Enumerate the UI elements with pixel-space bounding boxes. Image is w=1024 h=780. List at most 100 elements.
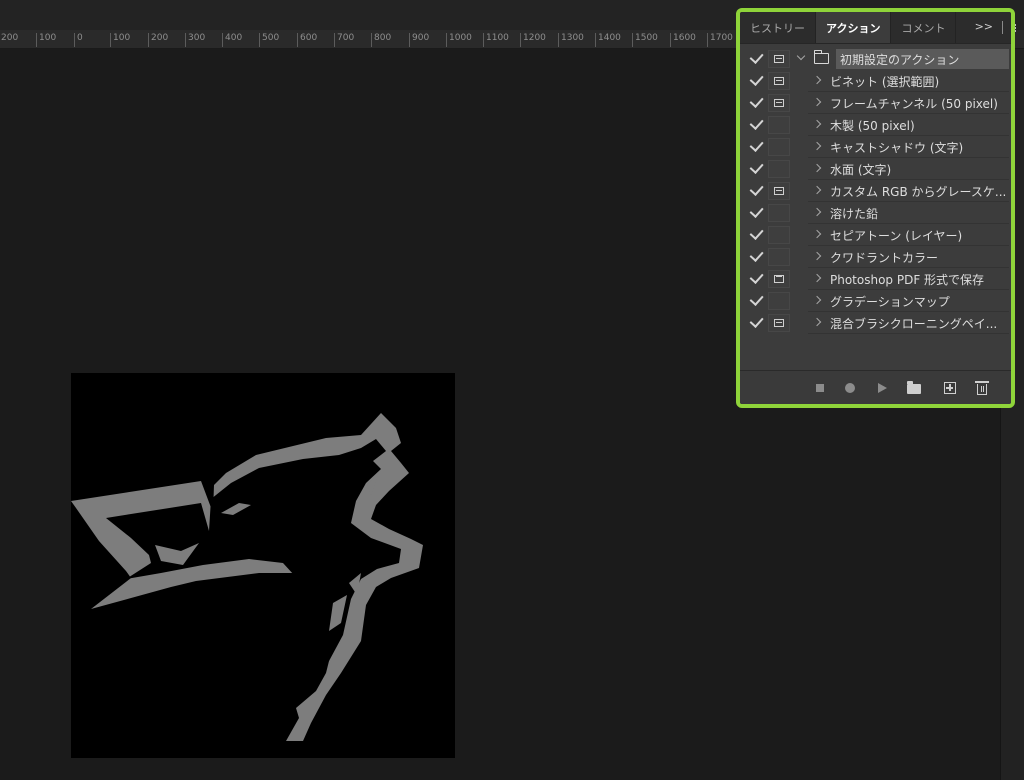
toggle-dialog-button[interactable] [768, 182, 790, 200]
action-row[interactable]: Photoshop PDF 形式で保存 [740, 268, 1011, 290]
checkmark-icon [749, 137, 764, 152]
checkmark-icon [749, 203, 764, 218]
howling-wolf-icon [71, 413, 423, 741]
toggle-item-checkbox[interactable] [746, 180, 766, 202]
dialog-icon [774, 77, 784, 85]
action-row[interactable]: フレームチャンネル (50 pixel) [740, 92, 1011, 114]
action-label: キャストシャドウ (文字) [808, 137, 1009, 158]
new-set-button[interactable] [906, 380, 922, 396]
trash-icon [975, 381, 989, 395]
ruler-tick: 1600 [670, 33, 696, 47]
action-row[interactable]: グラデーションマップ [740, 290, 1011, 312]
checkmark-icon [749, 159, 764, 174]
tab-history[interactable]: ヒストリー [740, 12, 816, 43]
toggle-item-checkbox[interactable] [746, 312, 766, 334]
toggle-dialog-button[interactable] [768, 248, 790, 266]
toggle-dialog-button[interactable] [768, 138, 790, 156]
toggle-dialog-button[interactable] [768, 270, 790, 288]
ruler-tick: 400 [222, 33, 242, 47]
ruler-tick: 100 [36, 33, 56, 47]
toggle-item-checkbox[interactable] [746, 202, 766, 224]
ruler-tick: 500 [259, 33, 279, 47]
action-label: セピアトーン (レイヤー) [808, 225, 1009, 246]
toggle-dialog-button[interactable] [768, 314, 790, 332]
action-row[interactable]: ビネット (選択範囲) [740, 70, 1011, 92]
action-name: Photoshop PDF 形式で保存 [830, 272, 985, 287]
ruler-tick: 0 [74, 33, 83, 47]
action-set-row[interactable]: 初期設定のアクション [740, 48, 1011, 70]
action-label: フレームチャンネル (50 pixel) [808, 93, 1009, 114]
toggle-item-checkbox[interactable] [746, 158, 766, 180]
toggle-dialog-button[interactable] [768, 116, 790, 134]
action-label: クワドラントカラー [808, 247, 1009, 268]
toggle-item-checkbox[interactable] [746, 92, 766, 114]
ruler-tick: 1500 [632, 33, 658, 47]
toggle-item-checkbox[interactable] [746, 114, 766, 136]
action-row[interactable]: セピアトーン (レイヤー) [740, 224, 1011, 246]
toggle-dialog-button[interactable] [768, 226, 790, 244]
action-label: Photoshop PDF 形式で保存 [808, 269, 1009, 290]
folder-icon [813, 50, 829, 64]
toggle-dialog-button[interactable] [768, 94, 790, 112]
action-row[interactable]: クワドラントカラー [740, 246, 1011, 268]
tab-actions[interactable]: アクション [816, 12, 892, 43]
new-action-button[interactable] [942, 380, 958, 396]
action-label: 溶けた鉛 [808, 203, 1009, 224]
action-label: 木製 (50 pixel) [808, 115, 1009, 136]
actions-list: 初期設定のアクション ビネット (選択範囲) フレームチャンネル (50 pix… [740, 48, 1011, 334]
action-set-label: 初期設定のアクション [836, 49, 1009, 69]
checkmark-icon [749, 181, 764, 196]
toggle-item-checkbox[interactable] [746, 224, 766, 246]
toggle-item-checkbox[interactable] [746, 48, 766, 70]
document-canvas[interactable] [71, 373, 455, 758]
ruler-tick: 200 [148, 33, 168, 47]
stop-icon [816, 384, 824, 392]
toggle-item-checkbox[interactable] [746, 268, 766, 290]
action-label: グラデーションマップ [808, 291, 1009, 312]
ruler-tick: 1700 [707, 33, 733, 47]
action-name: グラデーションマップ [830, 294, 950, 309]
ruler-tick: 100 [110, 33, 130, 47]
play-button[interactable] [874, 380, 890, 396]
toggle-dialog-button[interactable] [768, 204, 790, 222]
checkmark-icon [749, 225, 764, 240]
toggle-dialog-button[interactable] [768, 292, 790, 310]
action-row[interactable]: 混合ブラシクローニングペイ... [740, 312, 1011, 334]
checkmark-icon [749, 71, 764, 86]
action-name: 水面 (文字) [830, 162, 892, 177]
action-row[interactable]: 溶けた鉛 [740, 202, 1011, 224]
tab-comments[interactable]: コメント [891, 12, 957, 43]
toggle-dialog-button[interactable] [768, 72, 790, 90]
checkmark-icon [749, 49, 764, 64]
action-row[interactable]: 木製 (50 pixel) [740, 114, 1011, 136]
action-name: 混合ブラシクローニングペイ... [830, 316, 998, 331]
dialog-icon [774, 319, 784, 327]
action-row[interactable]: キャストシャドウ (文字) [740, 136, 1011, 158]
ruler-tick: 1100 [483, 33, 509, 47]
action-row[interactable]: カスタム RGB からグレースケ... [740, 180, 1011, 202]
toggle-item-checkbox[interactable] [746, 136, 766, 158]
action-name: キャストシャドウ (文字) [830, 140, 964, 155]
action-label: 水面 (文字) [808, 159, 1009, 180]
stop-button[interactable] [812, 380, 828, 396]
checkmark-icon [749, 93, 764, 108]
panel-tabs: ヒストリー アクション コメント >> [740, 12, 1011, 44]
action-row[interactable]: 水面 (文字) [740, 158, 1011, 180]
action-name: クワドラントカラー [830, 250, 939, 265]
action-label: カスタム RGB からグレースケ... [808, 181, 1009, 202]
toggle-item-checkbox[interactable] [746, 246, 766, 268]
delete-button[interactable] [974, 380, 990, 396]
action-label: 混合ブラシクローニングペイ... [808, 313, 1009, 334]
dialog-icon [774, 99, 784, 107]
action-name: カスタム RGB からグレースケ... [830, 184, 1007, 199]
toggle-item-checkbox[interactable] [746, 70, 766, 92]
toggle-dialog-button[interactable] [768, 50, 790, 68]
record-button[interactable] [842, 380, 858, 396]
dialog-icon [774, 187, 784, 195]
ruler-tick: 1400 [595, 33, 621, 47]
tabs-overflow-button[interactable]: >> [975, 20, 993, 33]
chevron-down-icon[interactable] [796, 51, 806, 61]
toggle-dialog-button[interactable] [768, 160, 790, 178]
ruler-tick: 1200 [520, 33, 546, 47]
toggle-item-checkbox[interactable] [746, 290, 766, 312]
